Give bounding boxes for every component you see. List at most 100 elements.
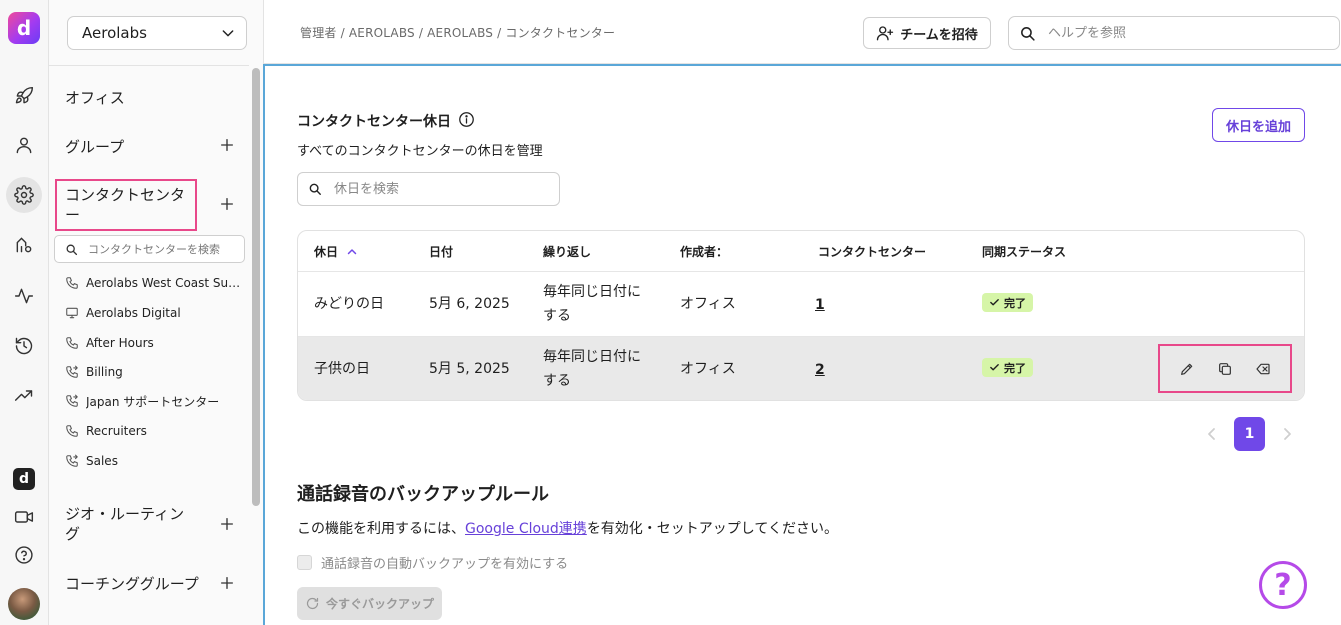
app-rail: d d <box>0 0 49 625</box>
holiday-name: みどりの日 <box>314 296 384 312</box>
pagination-prev-chevron-icon[interactable] <box>1205 417 1219 451</box>
holiday-creator: オフィス <box>680 296 736 312</box>
phone-icon <box>65 276 79 290</box>
holiday-date: 5月 6, 2025 <box>429 296 510 312</box>
monitor-icon <box>65 306 79 320</box>
holiday-repeat: 毎年同じ日付に する <box>543 349 641 389</box>
column-header-date[interactable]: 日付 <box>429 243 453 260</box>
cc-item-0[interactable]: Aerolabs West Coast Supp... <box>65 274 247 292</box>
auto-backup-checkbox[interactable] <box>297 555 312 570</box>
check-icon <box>989 362 1000 373</box>
avatar[interactable] <box>8 588 40 620</box>
settings-sidebar: Aerolabs オフィス グループ コンタクトセンター Aerolabs We… <box>49 0 264 625</box>
info-icon[interactable] <box>458 111 475 128</box>
column-header-repeat[interactable]: 繰り返し <box>543 243 591 260</box>
backup-description: この機能を利用するには、Google Cloud連携を有効化・セットアップしてく… <box>297 521 838 537</box>
rocket-icon[interactable] <box>12 84 36 108</box>
sort-ascending-icon[interactable] <box>346 246 358 258</box>
phone-icon <box>65 424 79 438</box>
holiday-repeat: 毎年同じ日付に する <box>543 284 641 324</box>
sidebar-item-groups[interactable]: グループ <box>65 136 124 157</box>
search-icon <box>308 182 322 196</box>
sidebar-divider <box>49 65 249 66</box>
chevron-down-icon <box>220 25 236 41</box>
video-icon[interactable] <box>12 505 36 529</box>
column-header-contact-center[interactable]: コンタクトセンター <box>818 243 926 260</box>
backup-now-label: 今すぐバックアップ <box>325 597 434 611</box>
breadcrumb: 管理者 / AEROLABS / AEROLABS / コンタクトセンター <box>300 26 616 40</box>
holidays-title: コンタクトセンター休日 <box>297 114 451 130</box>
cc-item-4[interactable]: Japan サポートセンター <box>65 392 247 410</box>
contact-center-search[interactable] <box>54 235 245 263</box>
phone-forward-icon <box>65 394 79 408</box>
google-cloud-link[interactable]: Google Cloud連携 <box>465 521 587 537</box>
table-row[interactable]: 子供の日 5月 5, 2025 毎年同じ日付に する オフィス 2 完了 <box>298 336 1304 400</box>
holiday-search-input[interactable] <box>332 180 552 198</box>
column-header-holiday[interactable]: 休日 <box>314 243 358 260</box>
company-name: Aerolabs <box>82 24 147 42</box>
cc-item-6[interactable]: Sales <box>65 452 247 470</box>
dialpad-badge-icon[interactable]: d <box>13 468 35 490</box>
activity-icon[interactable] <box>12 284 36 308</box>
status-badge: 完了 <box>982 293 1033 312</box>
contact-center-search-input[interactable] <box>86 241 236 257</box>
pagination-next-chevron-icon[interactable] <box>1280 417 1294 451</box>
cc-item-3[interactable]: Billing <box>65 363 247 381</box>
help-search[interactable] <box>1008 16 1340 50</box>
status-badge: 完了 <box>982 358 1033 377</box>
help-fab-button[interactable]: ? <box>1259 561 1307 609</box>
phone-forward-icon <box>65 365 79 379</box>
add-contact-center-plus-icon[interactable] <box>219 196 237 214</box>
auto-backup-checkbox-label: 通話録音の自動バックアップを有効にする <box>321 557 569 572</box>
holiday-name: 子供の日 <box>314 361 370 377</box>
cc-item-5[interactable]: Recruiters <box>65 422 247 440</box>
holiday-date: 5月 5, 2025 <box>429 361 510 377</box>
user-icon[interactable] <box>12 133 36 157</box>
column-header-creator[interactable]: 作成者： <box>680 243 728 260</box>
check-icon <box>989 297 1000 308</box>
add-geo-routing-plus-icon[interactable] <box>219 516 237 534</box>
edit-pencil-icon[interactable] <box>1179 361 1195 377</box>
help-circle-icon[interactable] <box>12 543 36 567</box>
contact-center-count-link[interactable]: 1 <box>815 293 825 317</box>
sidebar-item-contact-center[interactable]: コンタクトセンター <box>55 179 197 231</box>
refresh-icon <box>305 596 320 611</box>
phone-forward-icon <box>65 454 79 468</box>
trending-up-icon[interactable] <box>12 384 36 408</box>
add-holiday-button[interactable]: 休日を追加 <box>1212 108 1305 142</box>
routing-icon[interactable] <box>12 233 36 257</box>
backup-title: 通話録音のバックアップルール <box>297 484 549 505</box>
invite-team-label: チームを招待 <box>900 27 978 43</box>
sidebar-item-geo-routing[interactable]: ジオ・ルーティング <box>65 504 195 544</box>
app-logo[interactable]: d <box>8 12 40 44</box>
cc-item-1[interactable]: Aerolabs Digital <box>65 304 247 322</box>
backup-now-button[interactable]: 今すぐバックアップ <box>297 587 442 620</box>
search-icon <box>65 243 78 256</box>
holiday-creator: オフィス <box>680 361 736 377</box>
duplicate-icon[interactable] <box>1217 361 1233 377</box>
auto-backup-checkbox-row[interactable]: 通話録音の自動バックアップを有効にする <box>297 553 568 572</box>
user-plus-icon <box>876 24 894 42</box>
company-select[interactable]: Aerolabs <box>67 16 247 50</box>
holidays-subtitle: すべてのコンタクトセンターの休日を管理 <box>297 144 543 159</box>
row-actions <box>1158 344 1292 393</box>
phone-icon <box>65 336 79 350</box>
invite-team-button[interactable]: チームを招待 <box>863 17 991 49</box>
column-header-sync-status[interactable]: 同期ステータス <box>982 243 1066 260</box>
help-search-input[interactable] <box>1046 24 1326 42</box>
sidebar-item-office[interactable]: オフィス <box>65 87 125 108</box>
gear-icon[interactable] <box>6 177 42 213</box>
add-group-plus-icon[interactable] <box>219 137 237 155</box>
search-icon <box>1019 25 1036 42</box>
holiday-search[interactable] <box>297 172 560 206</box>
delete-icon[interactable] <box>1255 361 1271 377</box>
pagination-page-current[interactable]: 1 <box>1234 417 1265 451</box>
cc-item-2[interactable]: After Hours <box>65 334 247 352</box>
holidays-table: 休日 日付 繰り返し 作成者： コンタクトセンター 同期ステータス みどりの日 … <box>297 230 1305 401</box>
add-coaching-plus-icon[interactable] <box>219 575 237 593</box>
table-row[interactable]: みどりの日 5月 6, 2025 毎年同じ日付に する オフィス 1 完了 <box>298 271 1304 336</box>
sidebar-scrollbar[interactable] <box>252 68 260 506</box>
history-icon[interactable] <box>12 334 36 358</box>
sidebar-item-coaching[interactable]: コーチンググループ <box>65 574 199 594</box>
contact-center-count-link[interactable]: 2 <box>815 358 825 382</box>
